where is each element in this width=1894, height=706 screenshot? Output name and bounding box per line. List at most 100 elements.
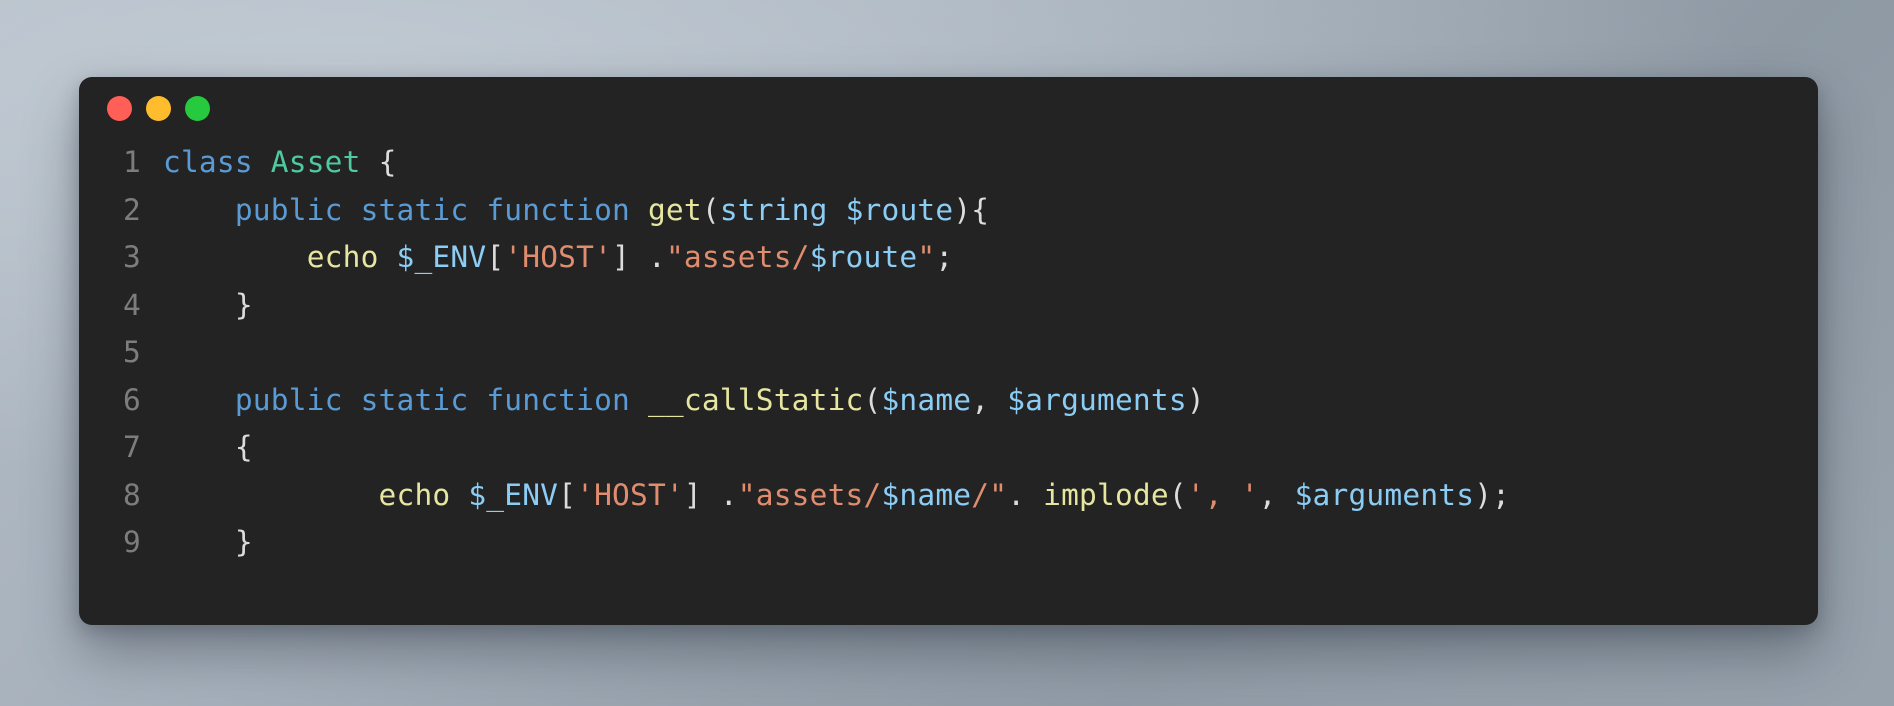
line-number: 5	[123, 335, 141, 369]
code-line: 4 }	[79, 282, 1818, 330]
code-token: }	[234, 287, 253, 322]
line-number: 4	[123, 287, 141, 322]
code-line-content: echo $_ENV['HOST'] ."assets/$name/". imp…	[141, 472, 1818, 520]
code-token: 'HOST'	[504, 240, 613, 274]
code-token: (	[701, 192, 720, 227]
code-line: 5	[79, 329, 1818, 377]
code-token: $name	[881, 477, 972, 512]
code-token: 'HOST'	[576, 477, 684, 512]
code-token: ;	[1492, 477, 1511, 512]
line-number: 9	[123, 525, 141, 559]
code-token: get	[647, 192, 702, 227]
code-token: function	[486, 192, 630, 227]
code-line: 3 echo $_ENV['HOST'] ."assets/$route";	[79, 234, 1818, 282]
code-token: ', '	[1186, 477, 1259, 512]
line-number: 6	[123, 382, 141, 417]
window-titlebar	[79, 77, 1818, 139]
code-line: 6 public static function __callStatic($n…	[79, 377, 1818, 425]
code-token: )	[953, 192, 972, 227]
code-line: 2 public static function get(string $rou…	[79, 187, 1818, 235]
code-token: static	[360, 382, 469, 417]
code-line: 1 class Asset {	[79, 139, 1818, 187]
code-token: ,	[971, 382, 1008, 417]
code-line-content: class Asset {	[141, 139, 1818, 187]
code-token: public	[234, 382, 343, 417]
code-token: ]	[683, 477, 702, 512]
code-window: 1 class Asset {2 public static function g…	[79, 77, 1818, 625]
code-token: string	[719, 192, 828, 227]
code-token: "assets/	[737, 477, 882, 512]
code-line: 9 }	[79, 519, 1818, 567]
code-token: implode	[1043, 477, 1169, 512]
code-line-content: echo $_ENV['HOST'] ."assets/$route";	[141, 234, 1818, 282]
line-number: 3	[123, 240, 141, 274]
code-token: __callStatic	[647, 382, 864, 417]
code-line: 7 {	[79, 424, 1818, 472]
code-editor[interactable]: 1 class Asset {2 public static function g…	[79, 139, 1818, 567]
code-token: $route	[809, 240, 918, 274]
line-number: 1	[123, 145, 141, 179]
minimize-button-icon[interactable]	[146, 95, 171, 121]
code-token: $_ENV	[396, 240, 487, 274]
code-token: ,	[1258, 477, 1295, 512]
code-token: static	[360, 192, 469, 227]
code-token: $route	[845, 192, 954, 227]
code-token: .	[630, 240, 666, 274]
code-token: ;	[935, 240, 954, 274]
code-token: Asset	[270, 145, 361, 179]
code-line-content: public static function __callStatic($nam…	[141, 377, 1818, 425]
code-token: [	[486, 240, 505, 274]
code-token: echo	[378, 477, 451, 512]
code-token: (	[863, 382, 882, 417]
code-token: $name	[881, 382, 972, 417]
code-token: (	[1168, 477, 1187, 512]
code-token: )	[1474, 477, 1493, 512]
code-line-content: }	[141, 519, 1818, 567]
code-line-content: public static function get(string $route…	[141, 187, 1818, 235]
code-token: {	[378, 145, 397, 179]
code-token: "	[917, 240, 936, 274]
line-number: 8	[123, 477, 141, 512]
code-token: $_ENV	[468, 477, 559, 512]
code-line-content: }	[141, 282, 1818, 330]
code-token: .	[701, 477, 738, 512]
code-token: public	[234, 192, 343, 227]
code-token: {	[234, 430, 253, 464]
code-token: $arguments	[1007, 382, 1187, 417]
code-token: echo	[306, 240, 379, 274]
maximize-button-icon[interactable]	[185, 95, 210, 121]
code-token: class	[163, 145, 253, 179]
line-number: 7	[123, 430, 141, 464]
code-token: function	[486, 382, 630, 417]
code-token: [	[558, 477, 577, 512]
code-token: )	[1186, 382, 1205, 417]
code-token: ]	[612, 240, 631, 274]
code-token: "assets/	[665, 240, 810, 274]
code-line: 8 echo $_ENV['HOST'] ."assets/$name/". i…	[79, 472, 1818, 520]
code-token: /"	[971, 477, 1008, 512]
code-line-content: {	[141, 424, 1818, 472]
code-token: .	[1007, 477, 1044, 512]
code-token: $arguments	[1294, 477, 1475, 512]
close-button-icon[interactable]	[107, 95, 132, 121]
line-number: 2	[123, 192, 141, 227]
code-token: {	[971, 192, 990, 227]
code-token: }	[234, 525, 253, 559]
